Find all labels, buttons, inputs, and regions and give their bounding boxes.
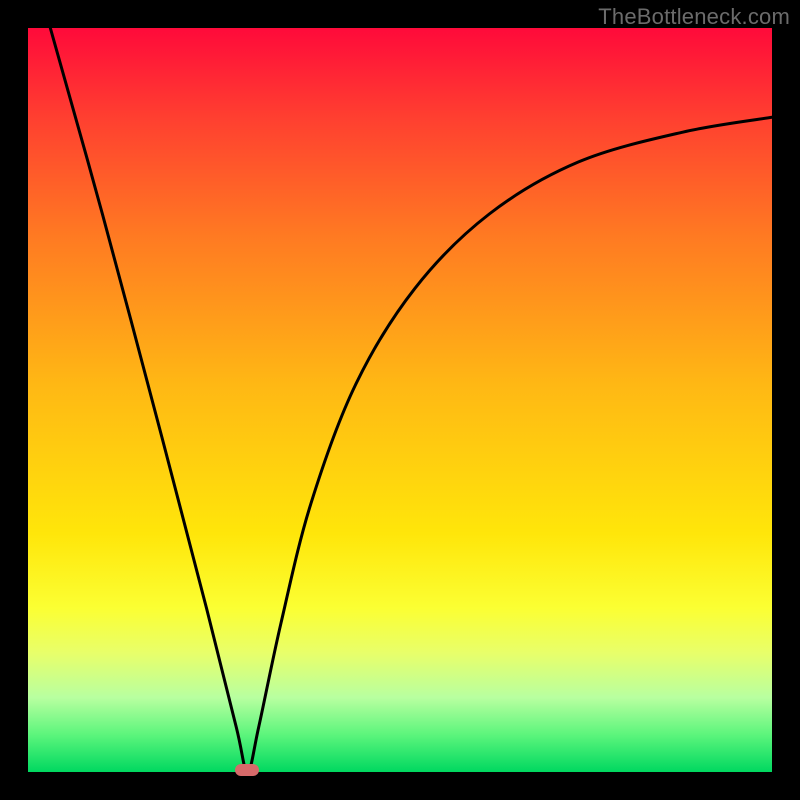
curve-svg <box>28 28 772 772</box>
min-marker <box>235 764 259 776</box>
plot-area <box>28 28 772 772</box>
watermark-text: TheBottleneck.com <box>598 4 790 30</box>
bottleneck-curve <box>50 28 772 772</box>
